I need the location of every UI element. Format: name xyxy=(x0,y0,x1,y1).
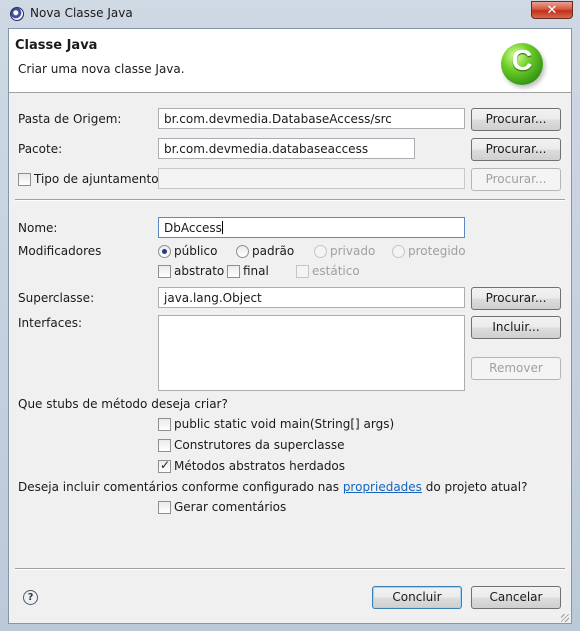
final-checkbox[interactable] xyxy=(227,265,240,278)
name-label: Nome: xyxy=(18,221,58,235)
modifier-private-label: privado xyxy=(330,244,376,258)
modifier-public-radio[interactable] xyxy=(158,245,171,258)
modifier-public-label: público xyxy=(174,244,218,258)
static-checkbox[interactable] xyxy=(296,265,309,278)
package-browse-button[interactable]: Procurar... xyxy=(471,138,561,161)
interfaces-label: Interfaces: xyxy=(18,316,83,330)
generate-comments-checkbox[interactable] xyxy=(158,501,171,514)
title-bar[interactable]: Nova Classe Java ✕ xyxy=(0,0,580,28)
enclosing-type-checkbox[interactable] xyxy=(18,173,31,186)
superclass-browse-button[interactable]: Procurar... xyxy=(471,287,561,310)
superclass-input[interactable]: java.lang.Object xyxy=(158,287,465,308)
generate-comments-label: Gerar comentários xyxy=(174,500,287,514)
remove-interface-button[interactable]: Remover xyxy=(471,357,561,380)
main-stub-label: public static void main(String[] args) xyxy=(174,417,395,431)
modifier-default-radio[interactable] xyxy=(236,245,249,258)
modifier-private-radio[interactable] xyxy=(314,245,327,258)
wizard-title: Classe Java xyxy=(15,38,98,53)
resize-grip[interactable] xyxy=(561,614,569,622)
wizard-description: Criar uma nova classe Java. xyxy=(18,62,185,76)
modifier-default-label: padrão xyxy=(252,244,295,258)
properties-link[interactable]: propriedades xyxy=(343,480,422,494)
wizard-header: Classe Java Criar uma nova classe Java. … xyxy=(9,29,571,93)
footer-separator xyxy=(15,568,565,570)
static-label: estático xyxy=(312,264,360,278)
superclass-label: Superclasse: xyxy=(18,291,95,305)
abstract-label: abstrato xyxy=(174,264,225,278)
source-folder-browse-button[interactable]: Procurar... xyxy=(471,108,561,131)
abstract-methods-stub-checkbox[interactable] xyxy=(158,458,171,473)
cancel-button[interactable]: Cancelar xyxy=(471,586,561,609)
enclosing-type-input[interactable] xyxy=(158,168,465,189)
add-interface-button[interactable]: Incluir... xyxy=(471,316,561,339)
source-folder-label: Pasta de Origem: xyxy=(18,112,122,126)
dialog-client: Classe Java Criar uma nova classe Java. … xyxy=(8,28,572,624)
name-input[interactable]: DbAccess xyxy=(158,217,465,238)
package-input[interactable]: br.com.devmedia.databaseaccess xyxy=(158,138,415,159)
separator xyxy=(15,199,565,201)
modifier-protected-label: protegido xyxy=(408,244,466,258)
abstract-checkbox[interactable] xyxy=(158,265,171,278)
dialog-window: Nova Classe Java ✕ Classe Java Criar uma… xyxy=(0,0,580,631)
eclipse-icon xyxy=(10,7,24,21)
enclosing-type-label: Tipo de ajuntamento: xyxy=(34,172,163,186)
finish-button[interactable]: Concluir xyxy=(372,586,462,609)
package-label: Pacote: xyxy=(18,142,63,156)
main-stub-checkbox[interactable] xyxy=(158,418,171,431)
constructors-stub-label: Construtores da superclasse xyxy=(174,438,345,452)
class-wizard-icon: C xyxy=(501,43,543,85)
source-folder-input[interactable]: br.com.devmedia.DatabaseAccess/src xyxy=(158,108,465,129)
comments-question: Deseja incluir comentários conforme conf… xyxy=(18,480,528,494)
help-icon[interactable]: ? xyxy=(23,590,38,605)
modifier-protected-radio[interactable] xyxy=(392,245,405,258)
abstract-methods-stub-label: Métodos abstratos herdados xyxy=(174,459,346,473)
close-button[interactable]: ✕ xyxy=(531,1,573,19)
enclosing-type-browse-button[interactable]: Procurar... xyxy=(471,168,561,191)
window-title: Nova Classe Java xyxy=(30,6,133,20)
modifiers-label: Modificadores xyxy=(18,244,102,258)
stubs-question: Que stubs de método deseja criar? xyxy=(18,397,228,411)
final-label: final xyxy=(243,264,269,278)
constructors-stub-checkbox[interactable] xyxy=(158,439,171,452)
interfaces-list[interactable] xyxy=(158,315,465,391)
